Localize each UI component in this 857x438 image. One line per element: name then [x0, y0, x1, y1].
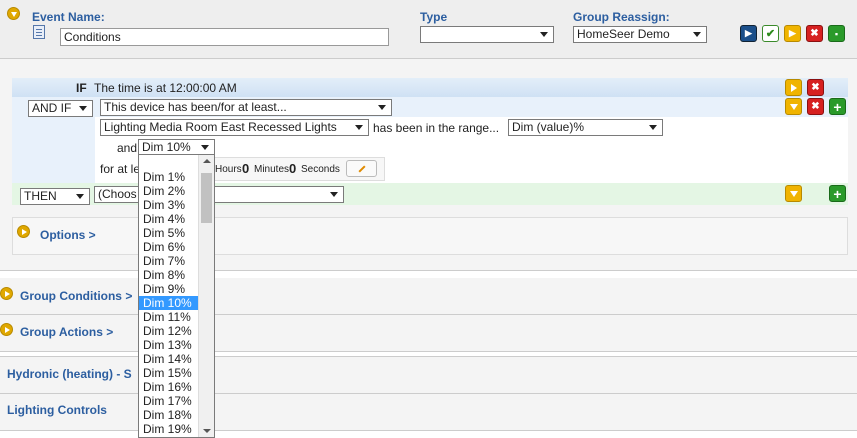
dim-level-dropdown[interactable]: Dim 1% Dim 2% Dim 3% Dim 4% Dim 5% Dim 6% Dim … [138, 154, 215, 438]
group-actions-link[interactable]: Group Actions > [20, 325, 113, 339]
play-icon [790, 83, 797, 92]
range-text: has been in the range... [373, 121, 500, 135]
minutes-value[interactable]: 0 [242, 161, 249, 176]
if-condition-text: The time is at 12:00:00 AM [94, 81, 237, 95]
for-at-label: for at le [100, 162, 141, 176]
scroll-up-icon[interactable] [203, 159, 211, 163]
group-reassign-select[interactable]: HomeSeer Demo [573, 26, 707, 43]
check-icon: ✔ [765, 28, 776, 40]
lighting-row [0, 394, 857, 431]
notes-icon[interactable] [33, 25, 45, 39]
chevron-down-icon [789, 103, 798, 110]
delete-icon: ✖ [811, 82, 820, 93]
type-label: Type [420, 10, 448, 24]
delete-button[interactable]: ✖ [806, 25, 823, 42]
play-icon: ▶ [789, 28, 796, 38]
run-event-button[interactable]: ▶ [740, 25, 757, 42]
save-button[interactable]: ✔ [762, 25, 779, 42]
add-action-button[interactable]: + [829, 185, 846, 202]
hydronic-group-link[interactable]: Hydronic (heating) - S [7, 367, 132, 381]
group-conditions-icon[interactable] [0, 287, 13, 300]
dropdown-scrollbar[interactable] [198, 155, 214, 437]
seconds-label: Seconds [301, 164, 340, 175]
collapse-action-button[interactable] [785, 185, 802, 202]
group-actions-row [0, 315, 857, 352]
device-select[interactable]: Lighting Media Room East Recessed Lights [100, 119, 369, 136]
options-expand-icon[interactable] [17, 225, 30, 238]
collapse-icon[interactable] [7, 7, 20, 20]
collapse-condition-button[interactable] [785, 98, 802, 115]
type-select[interactable] [420, 26, 554, 43]
plus-icon: + [833, 98, 842, 115]
lighting-controls-link[interactable]: Lighting Controls [7, 403, 107, 417]
expand-if-button[interactable] [785, 79, 802, 96]
pencil-icon [357, 164, 366, 173]
group-reassign-label: Group Reassign: [573, 10, 670, 24]
device-condition-select[interactable]: This device has been/for at least... [100, 99, 392, 116]
range-select[interactable]: Dim (value)% [508, 119, 663, 136]
delete-if-button[interactable]: ✖ [807, 79, 824, 96]
event-name-input[interactable]: Conditions [60, 28, 389, 46]
then-select[interactable]: THEN [20, 188, 90, 205]
minutes-label: Minutes [254, 164, 290, 175]
seconds-value[interactable]: 0 [289, 161, 296, 176]
delete-icon: ✖ [810, 28, 819, 39]
event-name-label: Event Name: [32, 10, 105, 24]
scroll-down-icon[interactable] [203, 429, 211, 433]
scroll-thumb[interactable] [201, 173, 212, 223]
copy-button[interactable]: ▪ [828, 25, 845, 42]
hours-label: Hours [215, 164, 242, 175]
chevron-down-icon [789, 190, 798, 197]
delete-condition-button[interactable]: ✖ [807, 98, 824, 115]
and-if-select[interactable]: AND IF [28, 100, 93, 117]
if-label: IF [76, 81, 87, 95]
group-actions-icon[interactable] [0, 323, 13, 336]
plus-icon: + [833, 185, 842, 202]
edit-duration-button[interactable] [346, 160, 377, 177]
action-select[interactable]: (Choos [94, 186, 344, 203]
delete-icon: ✖ [811, 101, 820, 112]
play-button[interactable]: ▶ [784, 25, 801, 42]
group-conditions-link[interactable]: Group Conditions > [20, 289, 132, 303]
add-condition-button[interactable]: + [829, 98, 846, 115]
run-icon: ▶ [745, 28, 752, 38]
copy-icon: ▪ [834, 28, 839, 39]
options-link[interactable]: Options > [40, 228, 96, 242]
